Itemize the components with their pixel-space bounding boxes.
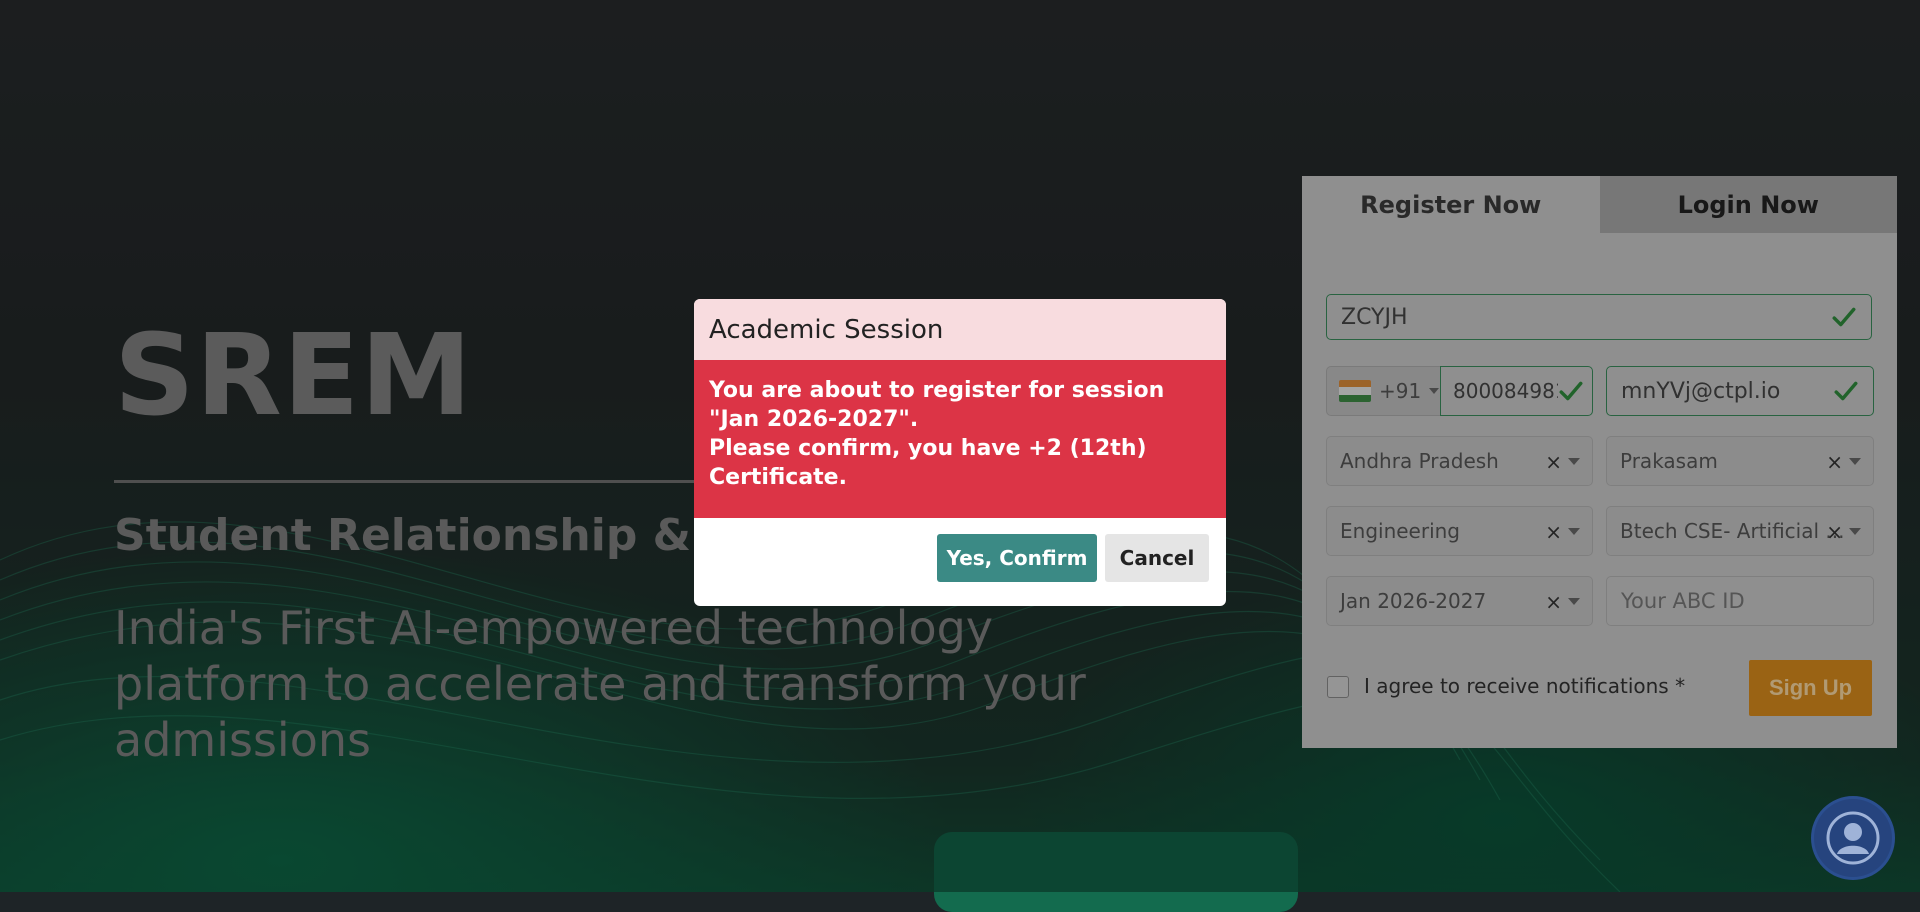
chevron-down-icon <box>1568 598 1580 605</box>
clear-icon[interactable]: × <box>1545 450 1562 474</box>
state-value: Andhra Pradesh <box>1340 449 1499 473</box>
abc-id-placeholder: Your ABC ID <box>1621 589 1745 613</box>
chevron-down-icon <box>1568 458 1580 465</box>
notifications-label: I agree to receive notifications * <box>1364 674 1686 698</box>
tab-login-now[interactable]: Login Now <box>1599 176 1897 233</box>
session-value: Jan 2026-2027 <box>1340 589 1487 613</box>
dialog-message: You are about to register for session "J… <box>694 360 1226 518</box>
email-value: mnYVj@ctpl.io <box>1621 378 1781 404</box>
check-icon <box>1558 378 1584 404</box>
phone-field[interactable]: 8000849812 <box>1440 366 1593 416</box>
notifications-checkbox[interactable] <box>1327 676 1349 698</box>
chevron-down-icon <box>1429 388 1440 394</box>
auth-tabs: Register Now Login Now <box>1302 176 1897 233</box>
chat-support-button[interactable] <box>1811 796 1895 880</box>
abc-id-input[interactable]: Your ABC ID <box>1606 576 1874 626</box>
dialog-message-certificate: Please confirm, you have +2 (12th) Certi… <box>709 436 1147 490</box>
clear-icon[interactable]: × <box>1545 590 1562 614</box>
academic-session-dialog: Academic Session You are about to regist… <box>694 299 1226 606</box>
session-select[interactable]: Jan 2026-2027 × <box>1326 576 1593 626</box>
name-value: ZCYJH <box>1341 304 1408 330</box>
district-value: Prakasam <box>1620 449 1718 473</box>
dialog-footer: Yes, Confirm Cancel <box>694 518 1226 606</box>
chevron-down-icon <box>1849 458 1861 465</box>
dialog-title: Academic Session <box>709 314 944 345</box>
name-field[interactable]: ZCYJH <box>1326 294 1872 340</box>
state-select[interactable]: Andhra Pradesh × <box>1326 436 1593 486</box>
clear-icon[interactable]: × <box>1545 520 1562 544</box>
course-select[interactable]: Btech CSE- Artificial ... × <box>1606 506 1874 556</box>
course-value: Btech CSE- Artificial ... <box>1620 519 1845 543</box>
confirm-button[interactable]: Yes, Confirm <box>937 534 1097 582</box>
district-select[interactable]: Prakasam × <box>1606 436 1874 486</box>
country-code-select[interactable]: +91 <box>1326 366 1441 416</box>
clear-icon[interactable]: × <box>1826 450 1843 474</box>
chevron-down-icon <box>1568 528 1580 535</box>
country-code-value: +91 <box>1379 379 1422 403</box>
india-flag-icon <box>1339 380 1371 402</box>
sign-up-button[interactable]: Sign Up <box>1749 660 1872 716</box>
email-field[interactable]: mnYVj@ctpl.io <box>1606 366 1874 416</box>
user-avatar-icon <box>1826 811 1880 865</box>
dialog-message-session: You are about to register for session "J… <box>709 378 1165 432</box>
tab-register-now[interactable]: Register Now <box>1302 176 1600 233</box>
cancel-button[interactable]: Cancel <box>1105 534 1209 582</box>
chevron-down-icon <box>1849 528 1861 535</box>
discipline-select[interactable]: Engineering × <box>1326 506 1593 556</box>
check-icon <box>1832 307 1856 327</box>
dialog-header: Academic Session <box>694 299 1226 360</box>
discipline-value: Engineering <box>1340 519 1460 543</box>
clear-icon[interactable]: × <box>1826 520 1843 544</box>
check-icon <box>1834 381 1858 401</box>
